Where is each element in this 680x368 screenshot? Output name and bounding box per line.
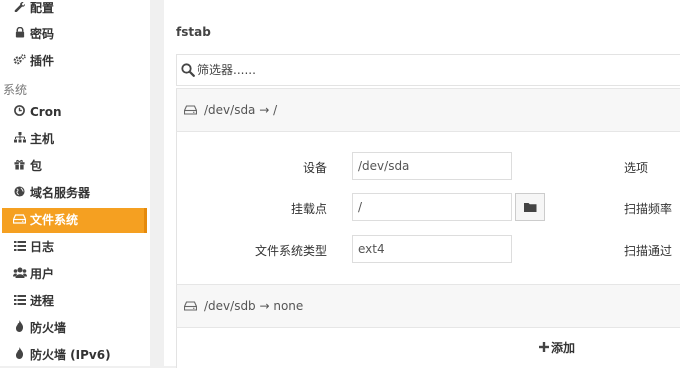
device-label: 设备 bbox=[302, 161, 327, 175]
clock-icon bbox=[12, 100, 27, 125]
list-icon bbox=[12, 235, 27, 260]
entry-header-label: /dev/sda → / bbox=[204, 103, 278, 117]
sidebar-item-label: Cron bbox=[30, 105, 62, 119]
fstab-entry-form: 设备 选项 挂载点 扫描频率 文件系统类型 扫描通过 bbox=[176, 132, 680, 284]
sidebar-item-label: 主机 bbox=[30, 132, 55, 146]
sidebar-item-label: 插件 bbox=[30, 54, 55, 68]
sidebar-item-label: 域名服务器 bbox=[30, 186, 91, 200]
panel-title: fstab bbox=[176, 25, 211, 39]
sidebar-item-config[interactable]: 配置 bbox=[2, 0, 147, 21]
cogs-icon bbox=[12, 49, 27, 74]
sidebar-item-label: 用户 bbox=[30, 267, 55, 281]
sidebar-item-label: 防火墙 bbox=[30, 321, 67, 335]
wrench-icon bbox=[12, 0, 27, 21]
lock-icon bbox=[12, 22, 27, 47]
options-label: 选项 bbox=[624, 161, 649, 175]
entry-header-label: /dev/sdb → none bbox=[204, 299, 304, 313]
sidebar-item-password[interactable]: 密码 bbox=[2, 22, 147, 47]
sidebar-section-system: 系统 bbox=[3, 83, 28, 97]
sidebar-item-host[interactable]: 主机 bbox=[2, 127, 147, 152]
hdd-icon bbox=[12, 208, 27, 233]
hdd-icon bbox=[184, 300, 197, 311]
globe-icon bbox=[12, 181, 27, 206]
sidebar-item-processes[interactable]: 进程 bbox=[2, 289, 147, 314]
sidebar-item-dns[interactable]: 域名服务器 bbox=[2, 181, 147, 206]
add-button[interactable]: 添加 bbox=[539, 339, 575, 357]
sidebar-item-package[interactable]: 包 bbox=[2, 154, 147, 179]
mount-point-field[interactable] bbox=[352, 193, 512, 221]
search-icon bbox=[181, 63, 195, 77]
mount-point-label: 挂载点 bbox=[290, 202, 327, 216]
filesystem-type-field[interactable] bbox=[352, 235, 512, 263]
fstab-entry-header-sda[interactable]: /dev/sda → / bbox=[176, 88, 680, 132]
folder-icon bbox=[523, 203, 536, 212]
filesystem-type-label: 文件系统类型 bbox=[254, 244, 327, 258]
sidebar-item-label: 文件系统 bbox=[30, 213, 79, 227]
sidebar-item-label: 日志 bbox=[30, 240, 55, 254]
device-field[interactable] bbox=[352, 152, 512, 180]
fstab-entry-header-sdb[interactable]: /dev/sdb → none bbox=[176, 284, 680, 328]
filter-bar bbox=[176, 54, 680, 86]
add-entry-area: 添加 bbox=[176, 328, 680, 368]
sidebar-item-cron[interactable]: Cron bbox=[2, 100, 147, 125]
sidebar-item-plugins[interactable]: 插件 bbox=[2, 49, 147, 74]
main-panel: fstab /dev/sda → / 设备 选项 挂载点 扫描频率 文件系统类型… bbox=[164, 0, 680, 368]
sidebar-item-firewall[interactable]: 防火墙 bbox=[2, 316, 147, 341]
fire-icon bbox=[12, 316, 27, 341]
add-button-label: 添加 bbox=[551, 341, 576, 355]
sidebar-item-label: 配置 bbox=[30, 1, 55, 15]
sitemap-icon bbox=[12, 127, 27, 152]
sidebar-item-label: 密码 bbox=[30, 27, 55, 41]
sidebar-item-users[interactable]: 用户 bbox=[2, 262, 147, 287]
list-icon bbox=[12, 289, 27, 314]
hdd-icon bbox=[184, 104, 197, 115]
plus-icon bbox=[539, 339, 549, 357]
scan-frequency-label: 扫描频率 bbox=[624, 202, 673, 216]
sidebar-item-logs[interactable]: 日志 bbox=[2, 235, 147, 260]
fire-icon bbox=[12, 343, 27, 368]
sidebar-item-filesystem[interactable]: 文件系统 bbox=[2, 208, 147, 233]
users-icon bbox=[12, 262, 27, 287]
sidebar: 配置 密码 插件 系统 Cron 主机 包 域名服务器 文件系统 日志 用户 进… bbox=[0, 0, 150, 366]
browse-folder-button[interactable] bbox=[515, 193, 545, 221]
scan-pass-label: 扫描通过 bbox=[624, 244, 673, 258]
sidebar-item-label: 进程 bbox=[30, 294, 55, 308]
gift-icon bbox=[12, 154, 27, 179]
filter-input[interactable] bbox=[197, 60, 497, 80]
sidebar-item-firewall-ipv6[interactable]: 防火墙 (IPv6) bbox=[2, 343, 147, 368]
sidebar-item-label: 包 bbox=[30, 159, 43, 173]
sidebar-item-label: 防火墙 (IPv6) bbox=[30, 348, 111, 362]
